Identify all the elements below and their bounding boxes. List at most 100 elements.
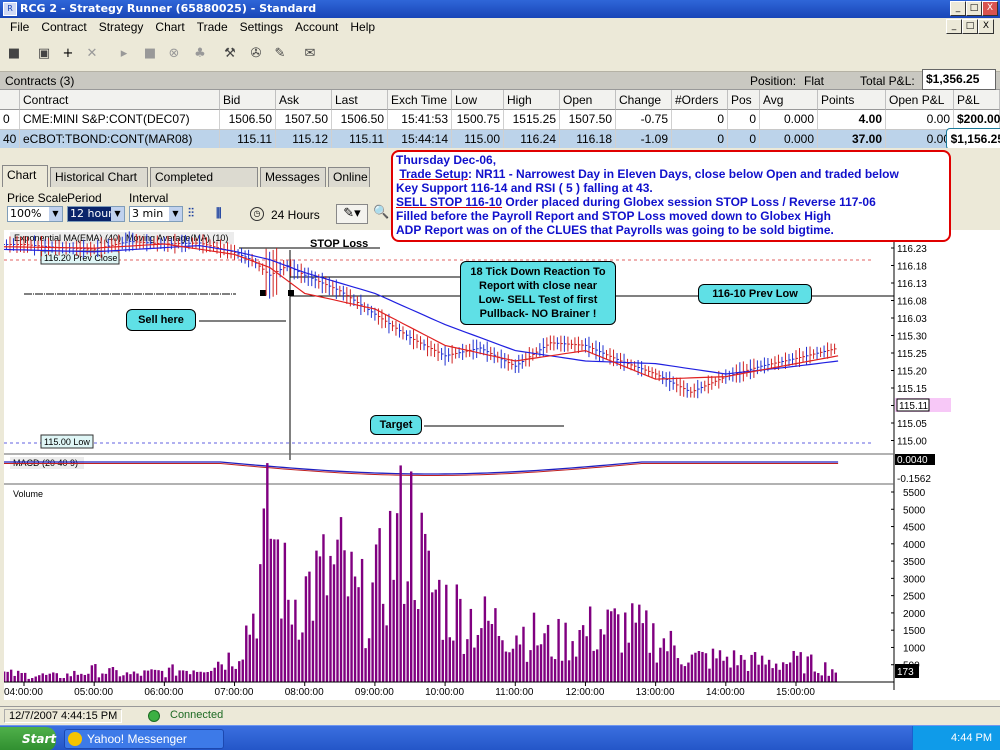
price-scale-select[interactable]: 100% (7, 206, 63, 222)
grid-header-pos[interactable]: Pos (728, 90, 760, 110)
volume-bar (343, 550, 346, 682)
stop-icon[interactable]: ■ (140, 45, 160, 63)
start-button[interactable]: Start (0, 727, 56, 750)
tab-completed-orders[interactable]: Completed Orders (150, 167, 258, 202)
clock-icon[interactable]: ◷ (250, 207, 264, 221)
settings-icon[interactable]: ✇ (246, 45, 266, 63)
grid-header-high[interactable]: High (504, 90, 560, 110)
reaction-callout: 18 Tick Down Reaction To Report with clo… (460, 261, 616, 325)
tab-historical-chart[interactable]: Historical Chart (50, 167, 148, 187)
bar-chart-icon[interactable]: ⫶⫶ (188, 206, 208, 222)
hours-button[interactable]: 24 Hours (271, 208, 320, 222)
menu-item-help[interactable]: Help (344, 20, 381, 34)
volume-bar (76, 674, 80, 682)
message-icon[interactable]: ✉ (300, 45, 320, 63)
menu-item-account[interactable]: Account (289, 20, 344, 34)
volume-bar (750, 654, 753, 682)
minimize-button[interactable]: _ (950, 1, 966, 16)
volume-bar (231, 666, 234, 682)
volume-bar (508, 652, 511, 682)
volume-bar (238, 661, 241, 682)
annotation-line-6: ADP Report was on of the CLUES that Payr… (396, 223, 834, 237)
grid-cell-open: 116.18 (560, 130, 616, 149)
grid-header-low[interactable]: Low (452, 90, 504, 110)
volume-bar (617, 614, 620, 682)
tab-online[interactable]: Online (328, 167, 370, 187)
volume-last-label: 173 (897, 667, 914, 678)
volume-bar (434, 589, 437, 682)
menu-item-trade[interactable]: Trade (191, 20, 234, 34)
volume-bar (694, 652, 697, 682)
tab-chart[interactable]: Chart (2, 165, 48, 187)
volume-bar (395, 513, 399, 682)
volume-bar (641, 623, 644, 682)
volume-bar (648, 652, 652, 682)
grid-header-open[interactable]: Open (560, 90, 616, 110)
volume-bar (224, 669, 227, 682)
inner-minimize-button[interactable]: _ (946, 19, 962, 34)
layout-icon[interactable]: ▣ (34, 45, 54, 63)
volume-bar (655, 662, 659, 682)
volume-bar (490, 623, 494, 682)
status-bar: 12/7/2007 4:44:15 PM Connected (0, 706, 1000, 725)
volume-bar (80, 673, 83, 682)
menu-item-chart[interactable]: Chart (149, 20, 190, 34)
zoom-icon[interactable]: 🔍 (373, 205, 389, 223)
volume-bar (118, 676, 122, 682)
volume-bar (810, 654, 813, 682)
window-title-bar[interactable]: RCG 2 - Strategy Runner (65880025) - Sta… (0, 0, 1000, 18)
volume-bar (581, 625, 585, 682)
volume-bar (574, 656, 578, 682)
inner-close-button[interactable]: X (978, 19, 994, 34)
draw-tool-icon[interactable]: ✎▾ (336, 204, 368, 224)
volume-bar (339, 517, 343, 682)
grid-cell-last: 1506.50 (332, 110, 388, 129)
add-icon[interactable]: + (58, 45, 78, 63)
grid-header-last[interactable]: Last (332, 90, 388, 110)
grid-header-bid[interactable]: Bid (220, 90, 276, 110)
taskbar-yahoo-messenger[interactable]: Yahoo! Messenger (64, 729, 224, 749)
inner-restore-button[interactable]: □ (962, 19, 978, 34)
grid-header-contract[interactable]: Contract (20, 90, 220, 110)
grid-header--orders[interactable]: #Orders (672, 90, 728, 110)
grid-header-open-p-l[interactable]: Open P&L (886, 90, 954, 110)
maximize-button[interactable]: □ (966, 1, 982, 16)
play-icon[interactable]: ▸ (114, 45, 134, 63)
cancel-icon[interactable]: ⊗ (164, 45, 184, 63)
menu-item-file[interactable]: File (4, 20, 35, 34)
volume-bar (385, 625, 388, 682)
menu-item-strategy[interactable]: Strategy (93, 20, 150, 34)
grid-cell-open-pl: 0.00 (886, 110, 954, 129)
annotation-line-2: Trade Setup: NR11 - Narrowest Day in Ele… (399, 167, 899, 181)
app-icon[interactable]: R (3, 2, 17, 16)
interval-select[interactable]: 3 min (129, 206, 183, 222)
volume-bar (445, 584, 448, 682)
candle-chart-icon[interactable]: ⫼ (216, 206, 238, 222)
x-tick-label: 05:00:00 (74, 687, 113, 698)
volume-bar (283, 542, 287, 682)
grid-header-p-l[interactable]: P&L (954, 90, 1000, 110)
menu-item-contract[interactable]: Contract (35, 20, 92, 34)
remove-icon[interactable]: ✕ (82, 45, 102, 63)
volume-bar (511, 648, 515, 682)
grid-header-points[interactable]: Points (818, 90, 886, 110)
notes-icon[interactable]: ✎ (270, 45, 290, 63)
volume-bar (592, 650, 595, 682)
strategy-icon[interactable]: ♣ (190, 45, 210, 63)
grid-header-avg[interactable]: Avg (760, 90, 818, 110)
macd-tick-label: 0.0040 (897, 455, 928, 466)
volume-bar (294, 599, 297, 682)
close-button[interactable]: X (982, 1, 998, 16)
grid-header-ask[interactable]: Ask (276, 90, 332, 110)
x-tick-label: 04:00:00 (4, 687, 43, 698)
tab-messages[interactable]: Messages (260, 167, 326, 187)
tools-icon[interactable]: ⚒ (220, 45, 240, 63)
grid-header-change[interactable]: Change (616, 90, 672, 110)
save-icon[interactable]: ■ (4, 45, 24, 63)
period-select[interactable]: 12 hour (67, 206, 125, 222)
menu-item-settings[interactable]: Settings (234, 20, 289, 34)
price-tick-label: 116.23 (897, 244, 927, 255)
volume-bar (115, 670, 118, 682)
grid-header-exch-time[interactable]: Exch Time (388, 90, 452, 110)
volume-bar (673, 645, 676, 682)
